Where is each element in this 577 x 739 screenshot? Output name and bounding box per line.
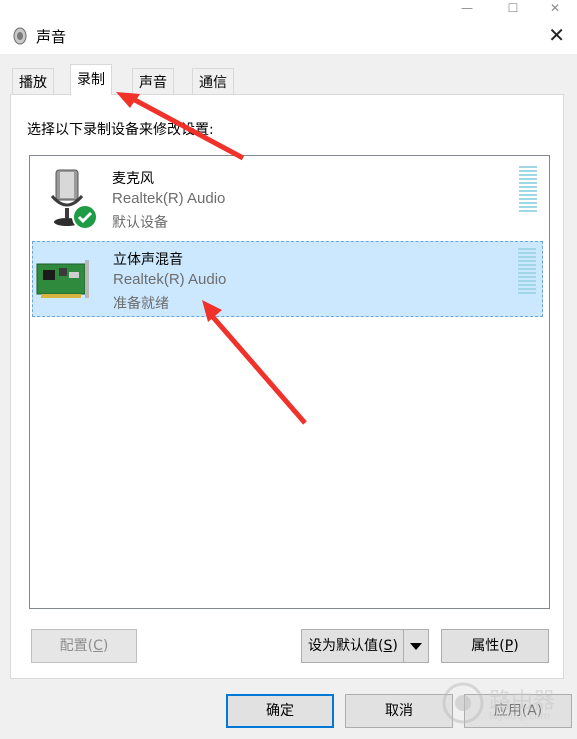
tab-playback[interactable]: 播放 <box>12 68 54 94</box>
window-close-button[interactable]: ✕ <box>537 0 573 18</box>
dialog-title: 声音 <box>36 28 67 46</box>
device-item-microphone[interactable]: 麦克风 Realtek(R) Audio 默认设备 <box>32 160 543 236</box>
dialog-close-button[interactable]: ✕ <box>548 23 565 47</box>
device-name: 麦克风 <box>112 171 154 187</box>
speaker-icon <box>13 27 27 45</box>
device-driver: Realtek(R) Audio <box>113 271 227 288</box>
tab-sounds[interactable]: 声音 <box>132 68 174 94</box>
maximize-button[interactable]: ☐ <box>495 0 531 18</box>
device-name: 立体声混音 <box>113 252 183 268</box>
minimize-button[interactable]: — <box>449 0 485 18</box>
watermark-subtext: luyouqi.com <box>489 711 551 722</box>
device-driver: Realtek(R) Audio <box>112 190 226 207</box>
level-meter <box>518 248 536 296</box>
chevron-down-icon[interactable] <box>403 630 428 662</box>
device-status: 默认设备 <box>112 215 168 231</box>
set-default-button[interactable]: 设为默认值(S) <box>301 629 429 663</box>
dialog-title-bar: 声音 ✕ <box>0 18 577 54</box>
properties-button[interactable]: 属性(P) <box>441 629 549 663</box>
watermark-logo: 路由器 luyouqi.com <box>441 681 571 725</box>
check-icon <box>72 204 98 230</box>
window-controls: — ☐ ✕ <box>0 0 577 18</box>
device-list[interactable]: 麦克风 Realtek(R) Audio 默认设备 立体声混音 Realtek(… <box>29 155 550 609</box>
device-status: 准备就绪 <box>113 296 169 312</box>
dialog-client-area: 播放 录制 声音 通信 选择以下录制设备来修改设置: 麦克风 Realtek(R… <box>0 54 577 739</box>
device-item-stereo-mix[interactable]: 立体声混音 Realtek(R) Audio 准备就绪 <box>32 241 543 317</box>
router-icon <box>442 682 484 724</box>
cancel-button[interactable]: 取消 <box>345 694 453 728</box>
level-meter <box>519 166 537 214</box>
ok-button[interactable]: 确定 <box>226 694 334 728</box>
configure-button[interactable]: 配置(C) <box>31 629 137 663</box>
tab-recording[interactable]: 录制 <box>70 64 112 95</box>
tab-communications[interactable]: 通信 <box>192 68 234 94</box>
recording-panel: 选择以下录制设备来修改设置: 麦克风 Realtek(R) Audio 默认设备 <box>10 94 564 679</box>
sound-card-icon <box>36 260 89 298</box>
instruction-text: 选择以下录制设备来修改设置: <box>27 122 214 138</box>
